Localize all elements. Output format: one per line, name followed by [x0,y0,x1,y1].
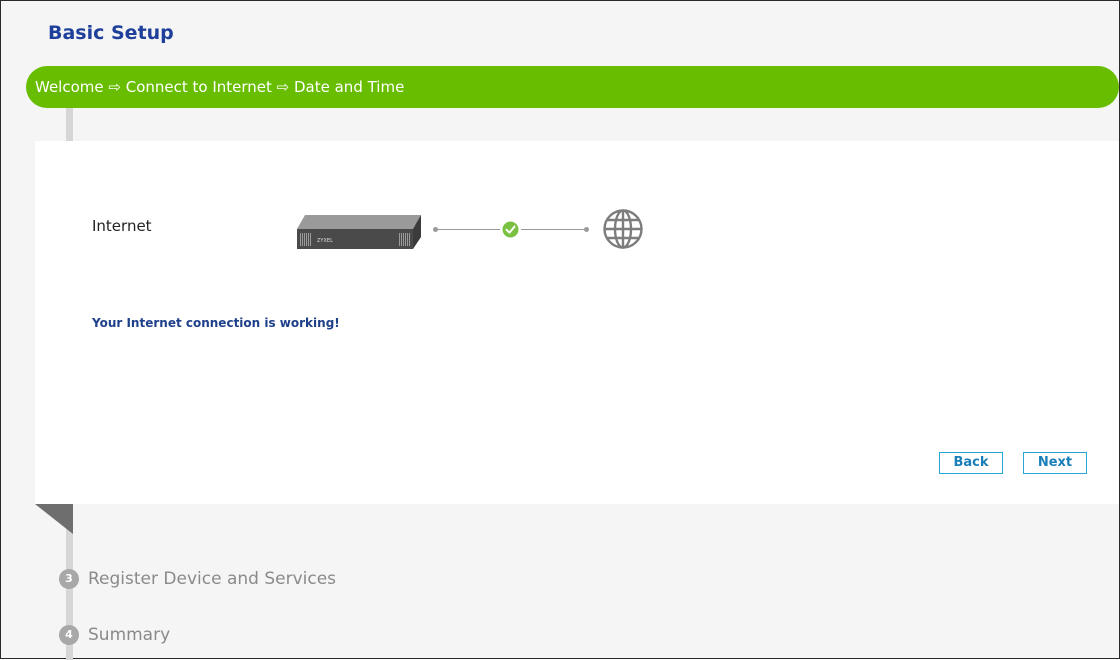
connector-dot [584,227,589,232]
step-summary: 4 Summary [59,625,170,645]
internet-label: Internet [92,217,152,235]
connected-check-icon [502,221,519,238]
step-label: Summary [88,625,171,645]
step-number-badge: 4 [59,625,79,645]
step-register-device: 3 Register Device and Services [59,569,336,589]
page-title: Basic Setup [48,22,174,44]
wizard-progress-bar: Welcome ⇨ Connect to Internet ⇨ Date and… [26,66,1119,108]
router-device-icon: ZYXEL [297,215,421,249]
step-number-badge: 3 [59,569,79,589]
connector-line [436,229,500,230]
back-button[interactable]: Back [939,452,1003,474]
next-button[interactable]: Next [1023,452,1087,474]
globe-icon [603,209,643,249]
device-brand-text: ZYXEL [317,238,333,244]
panel-corner-marker [35,504,73,534]
connector-line [521,229,585,230]
connection-status-message: Your Internet connection is working! [92,316,340,330]
step-label: Register Device and Services [88,569,337,589]
connection-panel: Internet ZYXEL Your Internet connection … [35,141,1119,504]
setup-wizard: Basic Setup Welcome ⇨ Connect to Interne… [0,0,1120,660]
